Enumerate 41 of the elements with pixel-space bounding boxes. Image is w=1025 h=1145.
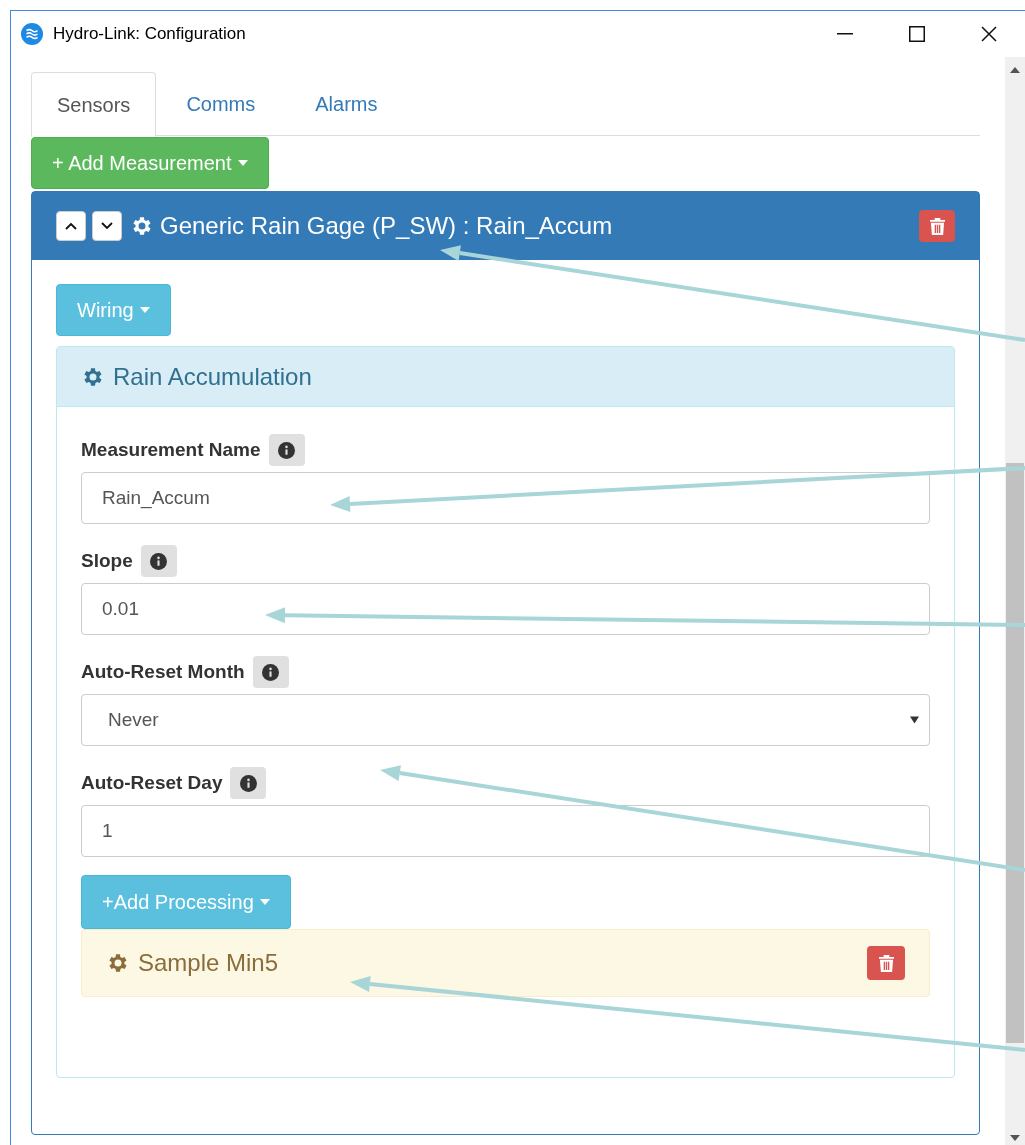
processing-title: Sample Min5 <box>138 948 279 978</box>
app-icon <box>21 23 43 45</box>
minimize-icon <box>837 33 853 35</box>
maximize-icon <box>909 26 925 42</box>
text-field[interactable]: Rain_Accum <box>81 472 930 524</box>
tab[interactable]: Sensors <box>31 72 157 137</box>
sensor-title: Generic Rain Gage (P_SW) : Rain_Accum <box>160 211 613 241</box>
dropdown-arrow-icon <box>910 716 919 724</box>
scroll-up-icon <box>1010 67 1020 73</box>
tab[interactable]: Alarms <box>285 72 408 136</box>
field-label: Auto-Reset Day <box>81 770 223 795</box>
caret-icon <box>139 307 150 313</box>
info-icon <box>262 663 280 681</box>
info-button[interactable] <box>268 434 305 466</box>
close-icon <box>981 26 997 42</box>
delete-button[interactable] <box>867 946 905 980</box>
move-up-button[interactable] <box>56 211 86 241</box>
text-field[interactable]: 0.01 <box>81 583 930 635</box>
info-button[interactable] <box>252 656 289 688</box>
move-down-button[interactable] <box>92 211 122 241</box>
info-button[interactable] <box>230 767 267 799</box>
field-label: Slope <box>81 548 133 573</box>
info-button[interactable] <box>140 545 177 577</box>
info-icon <box>278 441 296 459</box>
field-label: Auto-Reset Month <box>81 659 245 684</box>
delete-button[interactable] <box>919 210 955 242</box>
caret-icon <box>237 160 248 166</box>
scroll-down-icon <box>1010 1135 1020 1141</box>
chevron-up-icon <box>65 222 77 230</box>
text-field[interactable]: 1 <box>81 805 930 857</box>
caret-icon <box>259 899 270 905</box>
trash-icon <box>878 954 894 972</box>
window-title: Hydro-Link: Configuration <box>53 23 246 46</box>
info-icon <box>240 774 257 792</box>
measurement-title: Rain Accumulation <box>113 361 312 392</box>
trash-icon <box>929 217 945 235</box>
field-label: Measurement Name <box>81 437 261 462</box>
chevron-down-icon <box>101 222 113 230</box>
info-icon <box>150 552 168 570</box>
month-select[interactable]: Never <box>81 694 930 746</box>
tab[interactable]: Comms <box>156 72 286 136</box>
